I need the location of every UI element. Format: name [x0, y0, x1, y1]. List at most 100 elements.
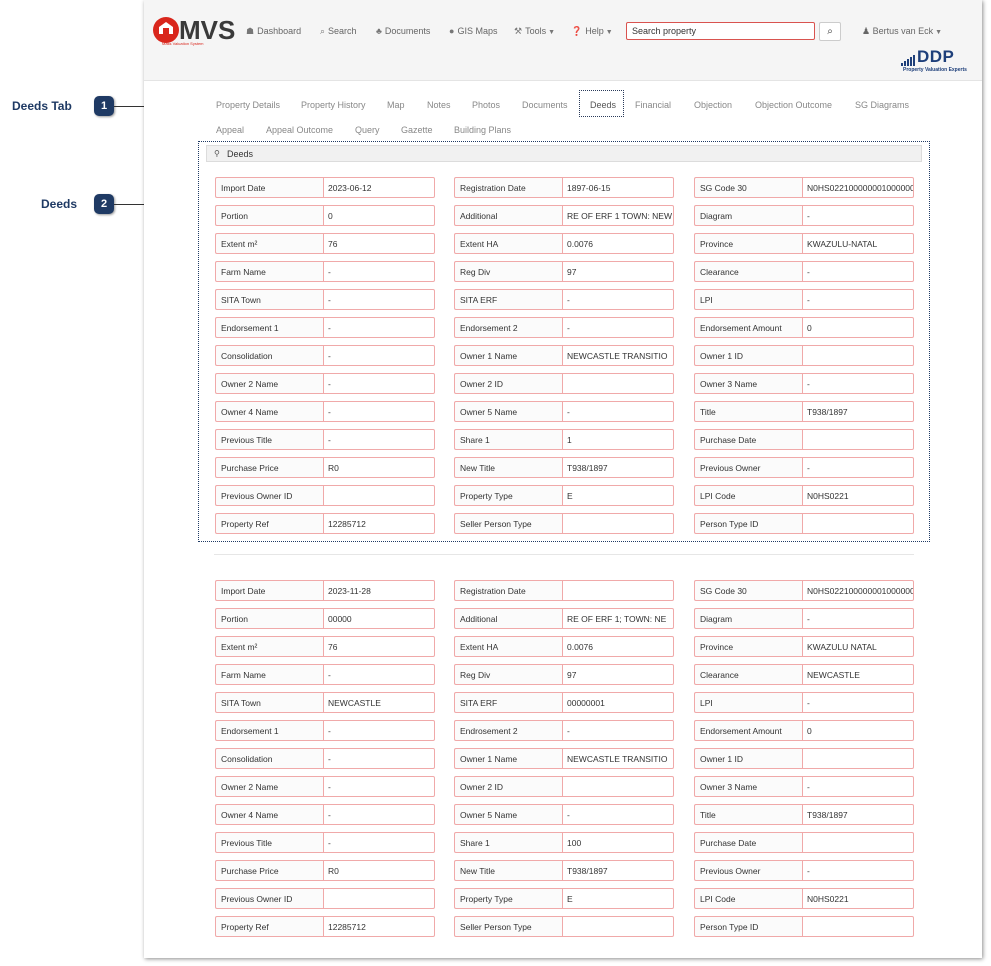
- mvs-logo[interactable]: MVS Mass Valuation System: [152, 14, 240, 46]
- deed-field-value[interactable]: NEWCASTLE: [323, 692, 435, 713]
- search-button[interactable]: ⌕: [819, 22, 841, 41]
- deed-field-value[interactable]: -: [323, 776, 435, 797]
- deed-field-value[interactable]: N0HS022100000001000000: [802, 177, 914, 198]
- deed-field-value[interactable]: -: [802, 608, 914, 629]
- deed-field-value[interactable]: -: [323, 804, 435, 825]
- deed-field-value[interactable]: -: [802, 457, 914, 478]
- search-property-input[interactable]: [626, 22, 815, 40]
- deed-field-value[interactable]: N0HS022100000001000000: [802, 580, 914, 601]
- deed-field-value[interactable]: 76: [323, 233, 435, 254]
- deed-field-value[interactable]: -: [323, 832, 435, 853]
- deed-field-value[interactable]: [802, 513, 914, 534]
- deed-field-value[interactable]: -: [323, 289, 435, 310]
- deed-field-value[interactable]: 2023-06-12: [323, 177, 435, 198]
- deed-field-value[interactable]: T938/1897: [802, 804, 914, 825]
- deed-field-value[interactable]: [562, 373, 674, 394]
- deed-field-value[interactable]: -: [802, 289, 914, 310]
- deed-field-value[interactable]: [802, 748, 914, 769]
- tab-appeal[interactable]: Appeal: [216, 125, 244, 135]
- deed-field-value[interactable]: KWAZULU-NATAL: [802, 233, 914, 254]
- deed-field-value[interactable]: [562, 513, 674, 534]
- deed-field-value[interactable]: 00000: [323, 608, 435, 629]
- nav-tools[interactable]: ⚒ Tools ▼: [514, 26, 555, 37]
- deed-field-value[interactable]: [323, 485, 435, 506]
- tab-documents[interactable]: Documents: [522, 100, 568, 110]
- deed-field-value[interactable]: -: [802, 373, 914, 394]
- deed-field-value[interactable]: [562, 916, 674, 937]
- deed-field-value[interactable]: 00000001: [562, 692, 674, 713]
- deed-field-value[interactable]: [562, 580, 674, 601]
- deed-field-value[interactable]: E: [562, 485, 674, 506]
- deed-field-value[interactable]: 1897-06-15: [562, 177, 674, 198]
- deed-field-value[interactable]: -: [323, 373, 435, 394]
- tab-property-history[interactable]: Property History: [301, 100, 366, 110]
- deed-field-value[interactable]: -: [802, 205, 914, 226]
- deed-field-value[interactable]: N0HS0221: [802, 485, 914, 506]
- deed-field-value[interactable]: NEWCASTLE: [802, 664, 914, 685]
- deed-field-value[interactable]: 100: [562, 832, 674, 853]
- deed-field-value[interactable]: 97: [562, 664, 674, 685]
- deed-field-value[interactable]: 76: [323, 636, 435, 657]
- deed-field-value[interactable]: -: [802, 776, 914, 797]
- nav-documents[interactable]: ♣ Documents: [376, 26, 430, 36]
- deed-field-value[interactable]: 0.0076: [562, 233, 674, 254]
- tab-financial[interactable]: Financial: [635, 100, 671, 110]
- deed-field-value[interactable]: -: [562, 289, 674, 310]
- tab-objection[interactable]: Objection: [694, 100, 732, 110]
- deed-field-value[interactable]: -: [802, 692, 914, 713]
- nav-dashboard[interactable]: ☗ Dashboard: [246, 26, 301, 37]
- tab-objection-outcome[interactable]: Objection Outcome: [755, 100, 832, 110]
- deed-field-value[interactable]: RE OF ERF 1; TOWN: NE: [562, 608, 674, 629]
- deed-field-value[interactable]: [802, 832, 914, 853]
- deed-field-value[interactable]: -: [562, 317, 674, 338]
- deed-field-value[interactable]: 0: [802, 720, 914, 741]
- deed-field-value[interactable]: 0: [323, 205, 435, 226]
- user-menu[interactable]: ♟ Bertus van Eck ▼: [862, 26, 942, 37]
- tab-notes[interactable]: Notes: [427, 100, 451, 110]
- deed-field-value[interactable]: N0HS0221: [802, 888, 914, 909]
- deed-field-value[interactable]: -: [802, 261, 914, 282]
- deed-field-value[interactable]: -: [323, 748, 435, 769]
- deed-field-value[interactable]: -: [323, 429, 435, 450]
- deed-field-value[interactable]: [802, 916, 914, 937]
- deed-field-value[interactable]: 1: [562, 429, 674, 450]
- tab-building-plans[interactable]: Building Plans: [454, 125, 511, 135]
- tab-photos[interactable]: Photos: [472, 100, 500, 110]
- deed-field-value[interactable]: R0: [323, 457, 435, 478]
- tab-sg-diagrams[interactable]: SG Diagrams: [855, 100, 909, 110]
- deed-field-value[interactable]: T938/1897: [562, 457, 674, 478]
- nav-search[interactable]: ⌕ Search: [320, 26, 357, 37]
- deed-field-value[interactable]: -: [323, 345, 435, 366]
- tab-appeal-outcome[interactable]: Appeal Outcome: [266, 125, 333, 135]
- deed-field-value[interactable]: [802, 345, 914, 366]
- nav-gis-maps[interactable]: ● GIS Maps: [449, 26, 497, 36]
- deed-field-value[interactable]: -: [562, 401, 674, 422]
- tab-query[interactable]: Query: [355, 125, 380, 135]
- deed-field-value[interactable]: -: [323, 317, 435, 338]
- nav-help[interactable]: ❓ Help ▼: [571, 26, 613, 37]
- deed-field-value[interactable]: T938/1897: [562, 860, 674, 881]
- tab-map[interactable]: Map: [387, 100, 405, 110]
- deed-field-value[interactable]: E: [562, 888, 674, 909]
- deed-field-value[interactable]: 12285712: [323, 916, 435, 937]
- deed-field-value[interactable]: -: [323, 401, 435, 422]
- deed-field-value[interactable]: 2023-11-28: [323, 580, 435, 601]
- tab-gazette[interactable]: Gazette: [401, 125, 433, 135]
- deed-field-value[interactable]: -: [562, 720, 674, 741]
- deed-field-value[interactable]: 12285712: [323, 513, 435, 534]
- deed-field-value[interactable]: -: [323, 664, 435, 685]
- deed-field-value[interactable]: -: [323, 720, 435, 741]
- deed-field-value[interactable]: -: [802, 860, 914, 881]
- deed-field-value[interactable]: NEWCASTLE TRANSITIO: [562, 748, 674, 769]
- deed-field-value[interactable]: T938/1897: [802, 401, 914, 422]
- deed-field-value[interactable]: RE OF ERF 1 TOWN: NEW: [562, 205, 674, 226]
- tab-property-details[interactable]: Property Details: [216, 100, 280, 110]
- deed-field-value[interactable]: [802, 429, 914, 450]
- deed-field-value[interactable]: 0: [802, 317, 914, 338]
- deed-field-value[interactable]: NEWCASTLE TRANSITIO: [562, 345, 674, 366]
- deed-field-value[interactable]: [562, 776, 674, 797]
- deed-field-value[interactable]: [323, 888, 435, 909]
- deed-field-value[interactable]: -: [323, 261, 435, 282]
- deed-field-value[interactable]: -: [562, 804, 674, 825]
- deed-field-value[interactable]: R0: [323, 860, 435, 881]
